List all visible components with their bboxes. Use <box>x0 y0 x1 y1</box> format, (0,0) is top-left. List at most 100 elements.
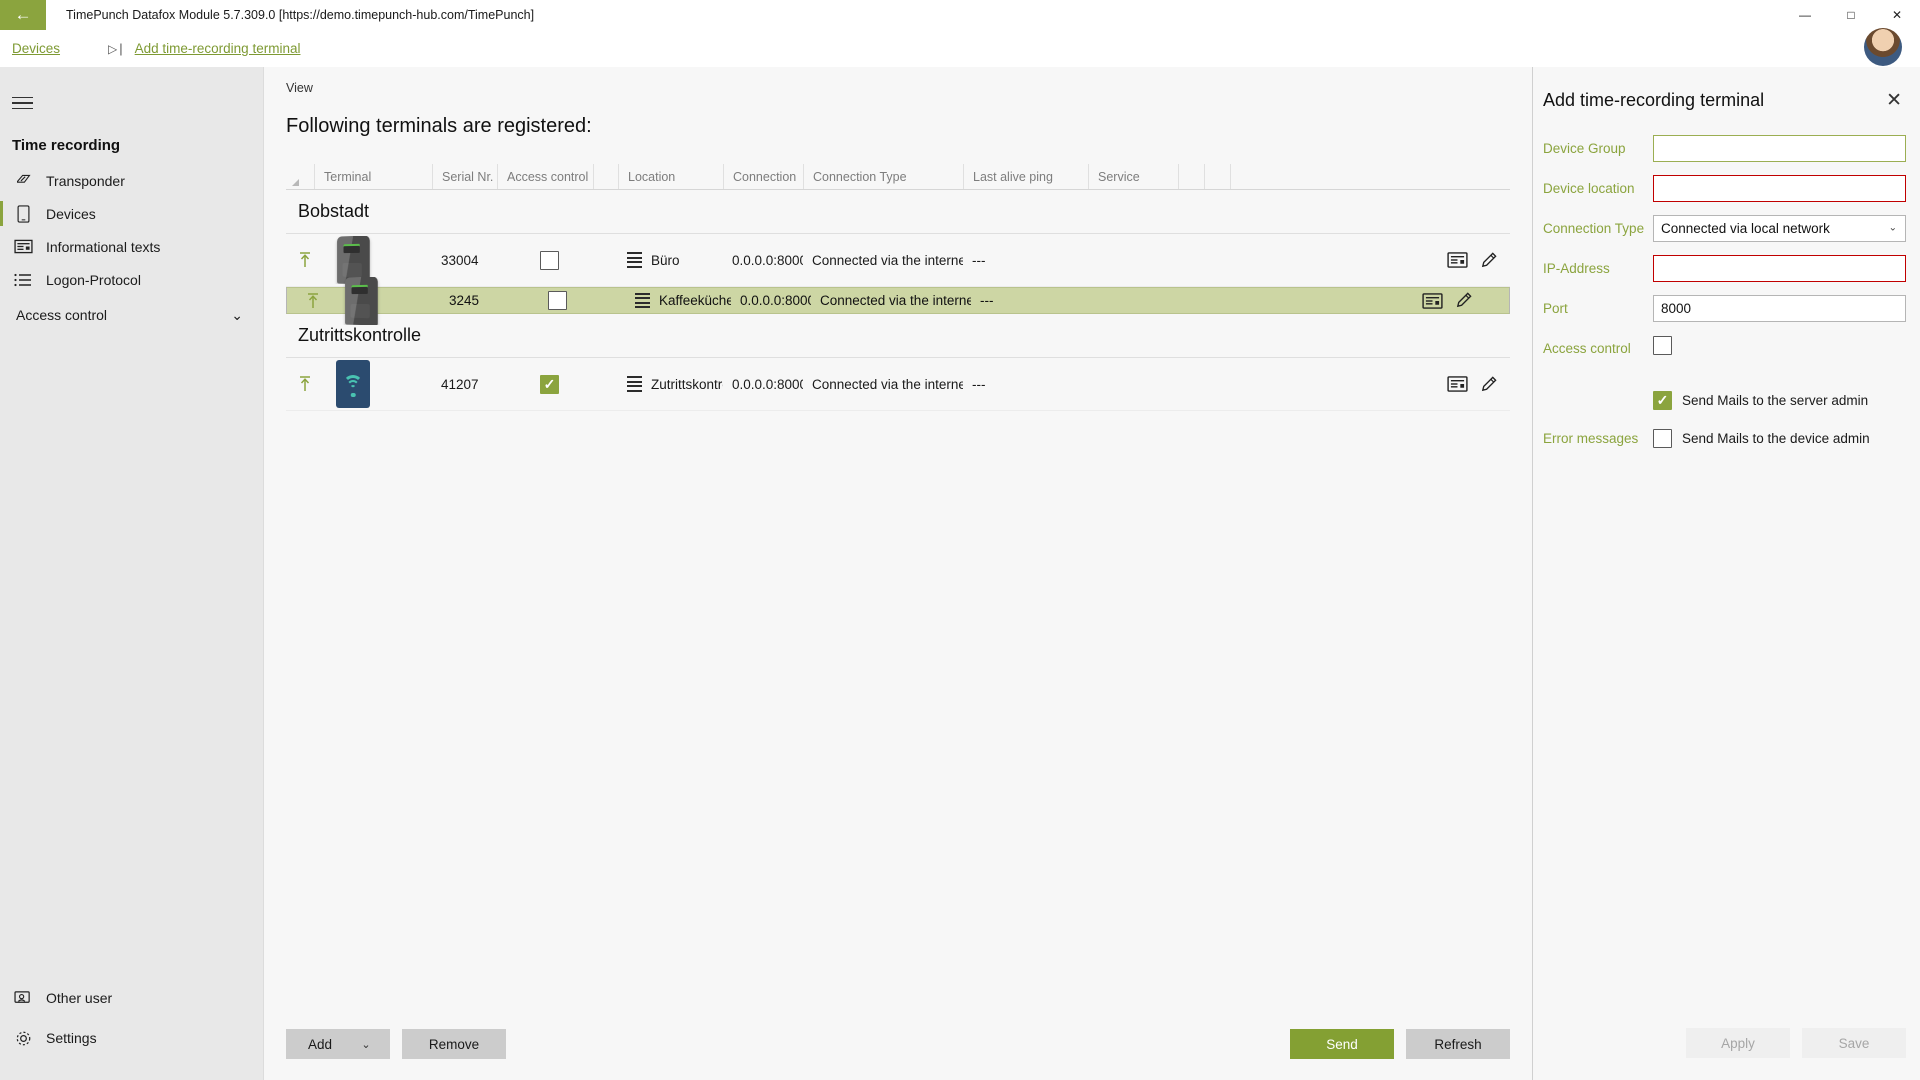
column-header-location[interactable]: Location <box>618 164 723 189</box>
add-button-label: Add <box>307 1036 333 1052</box>
breadcrumb-separator: ▷ | <box>108 41 123 56</box>
mail-server-admin-checkbox[interactable] <box>1653 390 1672 410</box>
access-control-checkbox[interactable] <box>540 374 559 394</box>
edit-pencil-icon[interactable] <box>1454 291 1473 310</box>
edit-pencil-icon[interactable] <box>1479 375 1498 394</box>
cell-last-alive-ping: --- <box>980 293 994 308</box>
maximize-button[interactable]: □ <box>1828 0 1874 30</box>
field-ip-address: IP-Address <box>1543 254 1906 282</box>
close-window-button[interactable]: ✕ <box>1874 0 1920 30</box>
cell-connection: 0.0.0.0:8000 <box>740 293 811 308</box>
cell-connection-type: Connected via the internet <box>812 252 963 268</box>
breadcrumb-devices-link[interactable]: Devices <box>12 41 60 56</box>
access-control-checkbox[interactable] <box>548 291 567 310</box>
column-header-connection-type[interactable]: Connection Type <box>803 164 963 189</box>
sidebar-item-informational-texts[interactable]: Informational texts <box>0 230 263 263</box>
edit-pencil-icon[interactable] <box>1479 251 1498 270</box>
device-group-label: Device Group <box>1543 140 1626 156</box>
card-reader-icon[interactable] <box>1447 252 1468 268</box>
gear-icon <box>12 1029 34 1047</box>
breadcrumb-current-link[interactable]: Add time-recording terminal <box>135 41 301 56</box>
cell-connection-type: Connected via the internet <box>820 293 971 308</box>
column-header-access-control[interactable]: Access control <box>497 164 593 189</box>
cell-connection: 0.0.0.0:8000 <box>732 252 803 268</box>
sidebar-item-logon-protocol[interactable]: Logon-Protocol <box>0 263 263 296</box>
cell-location: Zutrittskontrolle <box>651 376 723 392</box>
column-header-sort[interactable] <box>286 164 314 189</box>
wifi-device-image <box>336 360 370 408</box>
cell-location: Kaffeeküche <box>659 293 731 308</box>
sidebar-item-settings[interactable]: Settings <box>0 1018 263 1058</box>
upload-arrow-icon[interactable] <box>303 292 322 310</box>
column-header-service[interactable]: Service <box>1088 164 1178 189</box>
close-panel-icon[interactable]: ✕ <box>1882 89 1906 112</box>
device-group-input[interactable] <box>1653 134 1906 162</box>
connection-type-select[interactable]: Connected via local network <box>1653 214 1906 242</box>
hamburger-icon[interactable] <box>12 91 42 115</box>
avatar[interactable] <box>1864 28 1902 66</box>
column-header-last-alive-ping[interactable]: Last alive ping <box>963 164 1088 189</box>
card-reader-icon[interactable] <box>1447 376 1468 392</box>
field-device-location: Device location <box>1543 174 1906 202</box>
title-bar: ← TimePunch Datafox Module 5.7.309.0 [ht… <box>0 0 1920 30</box>
chevron-down-icon: ⌄ <box>231 306 243 323</box>
table-row[interactable]: 41207 Zutrittskontrolle 0.0.0.0:8000 Con… <box>286 358 1510 411</box>
column-header-blank-1[interactable] <box>593 164 618 189</box>
access-control-label: Access control <box>1543 340 1631 356</box>
save-button[interactable]: Save <box>1802 1028 1906 1058</box>
device-icon <box>12 204 34 223</box>
cell-connection: 0.0.0.0:8000 <box>732 376 803 392</box>
ip-address-input[interactable] <box>1653 254 1906 282</box>
table-row[interactable]: 33004 Büro 0.0.0.0:8000 Connected via th… <box>286 234 1510 287</box>
sidebar-heading: Time recording <box>12 137 121 154</box>
access-control-checkbox[interactable] <box>540 250 559 270</box>
mail-device-admin-checkbox[interactable] <box>1653 428 1672 448</box>
refresh-button[interactable]: Refresh <box>1406 1029 1510 1059</box>
connection-type-label: Connection Type <box>1543 220 1645 236</box>
sidebar-item-label: Logon-Protocol <box>46 271 141 288</box>
terminal-device-image <box>345 276 378 325</box>
minimize-button[interactable]: — <box>1782 0 1828 30</box>
field-device-group: Device Group <box>1543 134 1906 162</box>
sidebar-item-other-user[interactable]: Other user <box>0 978 263 1018</box>
tab-view[interactable]: View <box>264 67 1532 105</box>
send-button[interactable]: Send <box>1290 1029 1394 1059</box>
apply-button[interactable]: Apply <box>1686 1028 1790 1058</box>
sidebar-group-access-control[interactable]: Access control ⌄ <box>0 296 263 334</box>
sidebar-item-label: Other user <box>46 990 113 1006</box>
remove-button[interactable]: Remove <box>402 1029 506 1059</box>
table-header-row: Terminal Serial Nr. Access control Locat… <box>286 164 1510 190</box>
group-name: Zutrittskontrolle <box>298 325 422 345</box>
location-list-icon <box>627 376 642 392</box>
port-input[interactable] <box>1653 294 1906 322</box>
terminals-table: Terminal Serial Nr. Access control Locat… <box>286 164 1510 1008</box>
column-header-serial-nr[interactable]: Serial Nr. <box>432 164 497 189</box>
sidebar-item-devices[interactable]: Devices <box>0 197 263 230</box>
window-controls: — □ ✕ <box>1782 0 1920 30</box>
mail-device-admin-label: Send Mails to the device admin <box>1682 430 1870 446</box>
app-body: Time recording Transponder Devices Infor… <box>0 67 1920 1080</box>
device-location-input[interactable] <box>1653 174 1906 202</box>
column-header-terminal[interactable]: Terminal <box>314 164 432 189</box>
column-header-blank-3[interactable] <box>1204 164 1230 189</box>
access-control-checkbox[interactable] <box>1653 336 1672 355</box>
table-row[interactable]: 3245 Kaffeeküche 0.0.0.0:8000 Connected … <box>286 276 1510 325</box>
transponder-icon <box>12 172 34 190</box>
add-button[interactable]: Add ⌄ <box>286 1029 390 1059</box>
group-header-row[interactable]: Bobstadt <box>286 190 1510 234</box>
upload-arrow-icon[interactable] <box>295 251 314 269</box>
cell-serial: 3245 <box>449 293 480 308</box>
column-header-blank-2[interactable] <box>1178 164 1204 189</box>
sidebar-group-label: Access control <box>16 307 108 323</box>
cell-last-alive-ping: --- <box>972 252 986 268</box>
back-button[interactable]: ← <box>0 0 46 30</box>
group-header-row[interactable]: Zutrittskontrolle <box>286 314 1510 358</box>
cell-location: Büro <box>651 252 680 268</box>
port-label: Port <box>1543 300 1568 316</box>
column-header-connection[interactable]: Connection <box>723 164 803 189</box>
upload-arrow-icon[interactable] <box>295 375 314 393</box>
column-header-blank-4[interactable] <box>1230 164 1510 189</box>
card-reader-icon[interactable] <box>1422 292 1443 309</box>
mail-server-admin-label: Send Mails to the server admin <box>1682 392 1869 408</box>
sidebar-item-transponder[interactable]: Transponder <box>0 164 263 197</box>
